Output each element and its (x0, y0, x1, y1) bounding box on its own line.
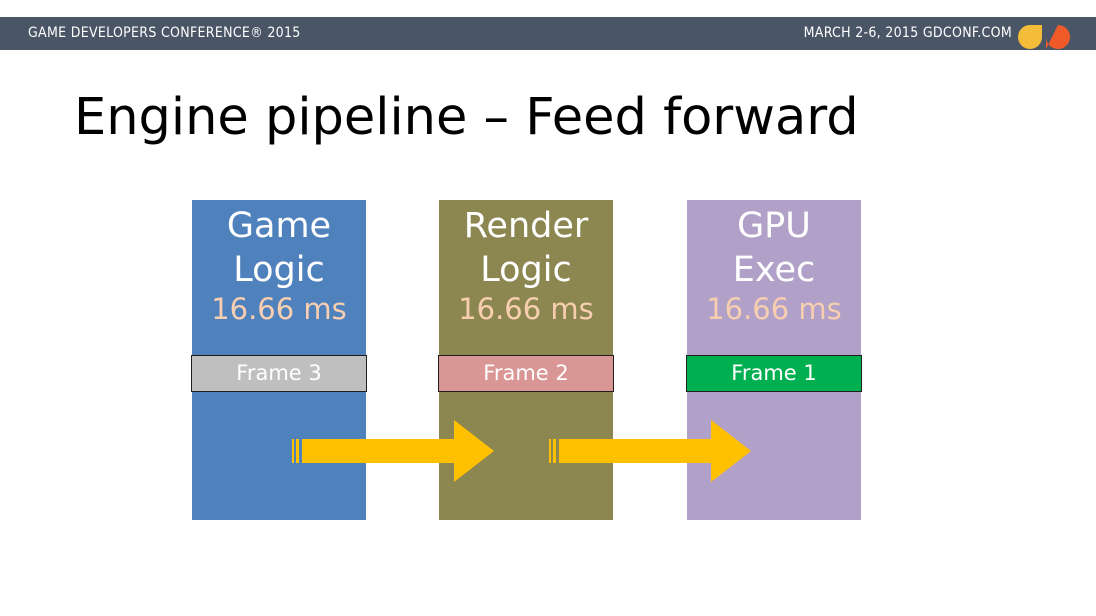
stage-name-line1: GPU (737, 206, 811, 246)
stage-name: Game Logic (192, 204, 366, 292)
stage-name-line1: Game (226, 206, 332, 246)
frame-label: Frame 1 (686, 355, 862, 392)
stage-name: GPU Exec (687, 204, 861, 292)
conference-dates-site: MARCH 2-6, 2015 GDCONF.COM (803, 25, 1012, 41)
flow-arrow-game-to-render (292, 420, 494, 482)
stage-time: 16.66 ms (706, 292, 842, 326)
flow-arrow-render-to-gpu (549, 420, 751, 482)
frame-label: Frame 2 (438, 355, 614, 392)
conference-name: GAME DEVELOPERS CONFERENCE® 2015 (28, 25, 301, 41)
stage-name: Render Logic (439, 204, 613, 292)
header-bar: GAME DEVELOPERS CONFERENCE® 2015 MARCH 2… (0, 17, 1096, 50)
stage-name-line2: Logic (480, 250, 572, 290)
stage-time: 16.66 ms (211, 292, 347, 326)
stage-name-line2: Exec (732, 250, 816, 290)
stage-name-line2: Logic (233, 250, 325, 290)
stage-time: 16.66 ms (458, 292, 594, 326)
slide-title: Engine pipeline – Feed forward (74, 88, 859, 147)
stage-name-line1: Render (463, 206, 589, 246)
gdc-logo-icon (1018, 25, 1070, 49)
frame-label: Frame 3 (191, 355, 367, 392)
slide: GAME DEVELOPERS CONFERENCE® 2015 MARCH 2… (0, 0, 1096, 616)
